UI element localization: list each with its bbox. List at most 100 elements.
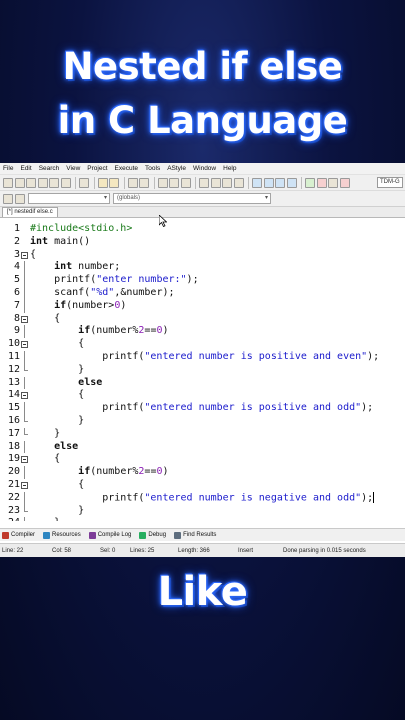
code-text: {: [30, 453, 61, 465]
fold-end-marker: [21, 504, 29, 518]
code-line[interactable]: 15 printf("entered number is positive an…: [0, 402, 405, 415]
line-number: 12: [7, 363, 20, 375]
line-number: 19: [7, 453, 20, 465]
replace-icon[interactable]: [139, 177, 149, 188]
code-line[interactable]: 13 else: [0, 376, 405, 390]
status-col: Col: 58: [52, 547, 72, 554]
debug-toolbar-icon[interactable]: [339, 177, 350, 188]
code-line[interactable]: 18 else: [0, 440, 405, 454]
code-line[interactable]: 11 printf("entered number is positive an…: [0, 351, 405, 364]
code-line[interactable]: 2 int main(): [0, 236, 405, 249]
code-line[interactable]: 8 {: [0, 313, 405, 326]
back-icon[interactable]: [210, 177, 221, 188]
code-line[interactable]: 23 }: [0, 504, 405, 518]
chart-icon[interactable]: [328, 177, 338, 188]
redo-icon[interactable]: [109, 177, 119, 188]
line-number: 14: [7, 389, 20, 401]
code-text: {: [30, 248, 37, 260]
code-text: }: [30, 517, 60, 521]
menu-item-edit[interactable]: Edit: [20, 165, 31, 172]
menu-item-project[interactable]: Project: [87, 165, 107, 172]
code-line[interactable]: 3{: [0, 249, 405, 262]
like-caption: Like: [157, 569, 248, 615]
open-file-icon[interactable]: [14, 177, 25, 188]
new-member-icon[interactable]: [14, 193, 25, 204]
compile-icon[interactable]: [252, 177, 262, 188]
class-select[interactable]: ▾: [28, 193, 110, 204]
menu-item-tools[interactable]: Tools: [145, 165, 160, 172]
scope-select[interactable]: (globals) ▾: [113, 193, 271, 204]
menu-bar: File Edit Search View Project Execute Tools ASt…: [0, 163, 405, 175]
indent-icon[interactable]: [157, 177, 168, 188]
code-line[interactable]: 24 }: [0, 517, 405, 521]
code-line[interactable]: 12 }: [0, 363, 405, 377]
tab-nestedif-else[interactable]: [*] nestedif else.c: [2, 207, 58, 217]
fold-guide: [21, 287, 29, 300]
code-line[interactable]: 6 scanf("%d",&number);: [0, 287, 405, 300]
code-text: {: [30, 389, 85, 401]
close-all-icon[interactable]: [60, 177, 71, 188]
code-text: printf("entered number is positive and o…: [30, 402, 374, 414]
code-line[interactable]: 20 if(number%2==0): [0, 466, 405, 479]
line-number: 10: [7, 338, 20, 350]
bookmark-icon[interactable]: [180, 177, 191, 188]
bottom-tab-resources[interactable]: Resources: [43, 531, 81, 539]
bottom-tab-compile-log[interactable]: Compile Log: [88, 531, 132, 539]
code-line[interactable]: 1 #include<stdio.h>: [0, 223, 405, 236]
new-class-icon[interactable]: [3, 193, 13, 204]
find-icon[interactable]: [127, 177, 138, 188]
fold-collapse-icon[interactable]: [21, 389, 29, 402]
code-line[interactable]: 7 if(number>0): [0, 299, 405, 313]
bottom-tab-label: Compile Log: [97, 532, 132, 538]
compiler-select[interactable]: TDM-G: [377, 177, 403, 188]
code-line[interactable]: 17 }: [0, 427, 405, 441]
status-sel: Sel: 0: [100, 547, 116, 554]
code-line[interactable]: 21 {: [0, 479, 405, 492]
code-line[interactable]: 19 {: [0, 453, 405, 466]
fold-collapse-icon[interactable]: [21, 249, 29, 262]
fold-collapse-icon[interactable]: [21, 479, 29, 492]
save-icon[interactable]: [26, 177, 36, 188]
menu-item-view[interactable]: View: [66, 165, 80, 172]
goto-icon[interactable]: [199, 177, 209, 188]
code-line[interactable]: 10 {: [0, 338, 405, 351]
bottom-tab-compiler[interactable]: Compiler: [2, 531, 35, 539]
menu-item-file[interactable]: File: [3, 165, 13, 172]
save-all-icon[interactable]: [37, 177, 48, 188]
resources-icon: [43, 531, 51, 539]
close-file-icon[interactable]: [49, 177, 59, 188]
menu-item-astyle[interactable]: AStyle: [167, 165, 186, 172]
code-line[interactable]: 14 {: [0, 389, 405, 402]
code-line[interactable]: 5 printf("enter number:");: [0, 274, 405, 287]
code-line[interactable]: 22 printf("entered number is negative an…: [0, 491, 405, 505]
check-icon[interactable]: [305, 177, 315, 188]
code-line[interactable]: 16 }: [0, 415, 405, 428]
line-number: 17: [7, 427, 20, 439]
status-message: Done parsing in 0.015 seconds: [283, 547, 366, 554]
new-file-icon[interactable]: [3, 177, 13, 188]
code-line[interactable]: 4 int number;: [0, 261, 405, 275]
bottom-tab-find-results[interactable]: Find Results: [174, 531, 216, 539]
rebuild-icon[interactable]: [286, 177, 297, 188]
unindent-icon[interactable]: [169, 177, 179, 188]
menu-item-help[interactable]: Help: [223, 165, 236, 172]
menu-item-execute[interactable]: Execute: [115, 165, 139, 172]
menu-item-search[interactable]: Search: [39, 165, 60, 172]
fold-collapse-icon[interactable]: [21, 338, 29, 351]
line-number: 24: [0, 517, 20, 521]
code-text: printf("enter number:");: [30, 274, 199, 286]
compile-run-icon[interactable]: [275, 177, 285, 188]
toolbar-separator: [93, 176, 95, 189]
bottom-tab-debug[interactable]: Debug: [139, 531, 166, 539]
print-icon[interactable]: [79, 177, 89, 188]
shield-icon[interactable]: [233, 177, 244, 188]
code-editor[interactable]: 1 #include<stdio.h> 2 int main() 3{4 int num…: [0, 221, 405, 521]
forward-icon[interactable]: [222, 177, 232, 188]
code-line[interactable]: 9 if(number%2==0): [0, 325, 405, 339]
stop-icon[interactable]: [316, 177, 327, 188]
menu-item-window[interactable]: Window: [193, 165, 216, 172]
fold-collapse-icon[interactable]: [21, 313, 29, 326]
fold-collapse-icon[interactable]: [21, 453, 29, 466]
undo-icon[interactable]: [97, 177, 108, 188]
run-icon[interactable]: [263, 177, 274, 188]
